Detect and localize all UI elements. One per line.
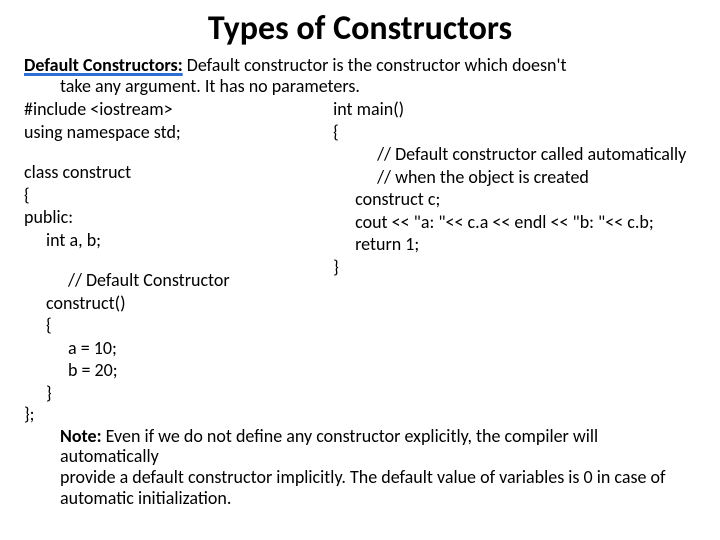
code-line: {: [333, 121, 696, 144]
intro-line1: Default constructor is the constructor w…: [183, 54, 567, 76]
code-line: }: [333, 256, 696, 279]
note-line2: provide a default constructor implicitly…: [60, 466, 666, 488]
intro-line2: take any argument. It has no parameters.: [24, 76, 696, 97]
code-line: {: [24, 314, 333, 337]
code-right: int main() { // Default constructor call…: [333, 98, 696, 404]
closing-brace: };: [24, 404, 696, 425]
code-line: cout << "a: "<< c.a << endl << "b: "<< c…: [333, 211, 696, 234]
code-line: int main(): [333, 98, 696, 121]
intro-text: Default Constructors: Default constructo…: [24, 55, 696, 96]
code-line: #include <iostream>: [24, 98, 333, 121]
slide: Types of Constructors Default Constructo…: [0, 0, 720, 540]
page-title: Types of Constructors: [24, 8, 696, 49]
note-text: Note: Even if we do not define any const…: [24, 426, 696, 509]
code-line: a = 10;: [24, 337, 333, 360]
code-line: // Default constructor called automatica…: [333, 143, 696, 166]
code-columns: #include <iostream> using namespace std;…: [24, 98, 696, 404]
note-line1: Even if we do not define any constructor…: [60, 425, 598, 468]
code-line: using namespace std;: [24, 121, 333, 144]
blank-line: [24, 143, 333, 161]
code-line: return 1;: [333, 233, 696, 256]
code-line: class construct: [24, 161, 333, 184]
code-line: construct c;: [333, 188, 696, 211]
code-line: construct(): [24, 292, 333, 315]
blank-line: [24, 251, 333, 269]
note-label: Note:: [60, 425, 102, 447]
code-line: int a, b;: [24, 229, 333, 252]
intro-heading: Default Constructors:: [24, 54, 183, 76]
code-line: // Default Constructor: [24, 269, 333, 292]
note-line3: automatic initialization.: [60, 487, 231, 509]
code-line: {: [24, 184, 333, 207]
code-line: public:: [24, 206, 333, 229]
code-line: b = 20;: [24, 359, 333, 382]
code-line: // when the object is created: [333, 166, 696, 189]
code-left: #include <iostream> using namespace std;…: [24, 98, 333, 404]
code-line: }: [24, 382, 333, 405]
